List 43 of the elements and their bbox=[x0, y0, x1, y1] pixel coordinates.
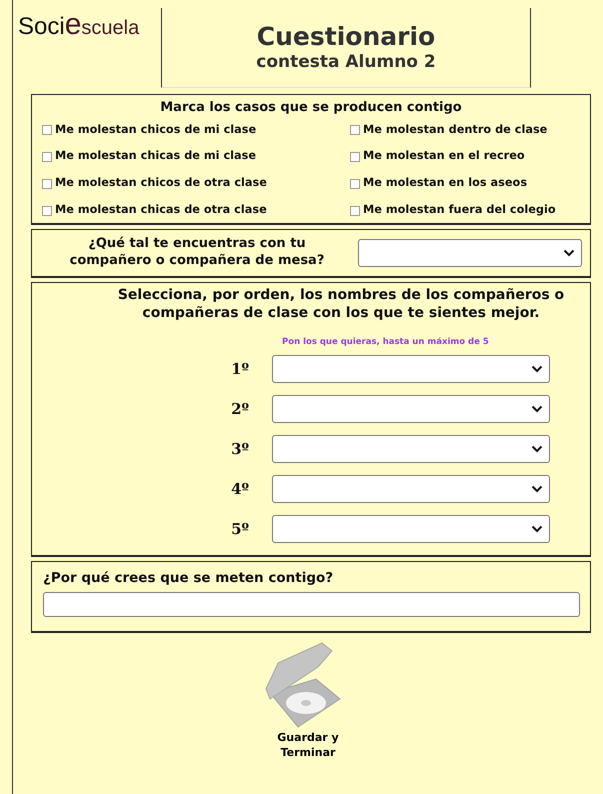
checkbox[interactable] bbox=[350, 152, 360, 162]
dropdown[interactable] bbox=[272, 515, 550, 544]
checkbox[interactable] bbox=[42, 152, 52, 162]
rank-label: 5º bbox=[230, 518, 250, 540]
caret-icon bbox=[531, 445, 543, 454]
section-title: Selecciona, por orden, los nombres de los compañeros o compañeras de clase con los que te sientes mejor. bbox=[116, 286, 566, 322]
checkbox-option[interactable]: Me molestan chicos de mi clase bbox=[42, 122, 350, 138]
checkbox-option[interactable]: Me molestan chicas de mi clase bbox=[42, 148, 350, 166]
checkbox-option[interactable]: Me molestan fuera del colegio bbox=[350, 202, 580, 220]
checkbox[interactable] bbox=[42, 124, 52, 135]
checkbox-option[interactable]: Me molestan chicos de otra clase bbox=[42, 175, 350, 192]
caret-icon bbox=[563, 249, 575, 258]
page-subtitle: contesta Alumno 2 bbox=[256, 52, 436, 73]
checkbox[interactable] bbox=[42, 206, 52, 216]
question-label: ¿Por qué crees que se meten contigo? bbox=[43, 569, 334, 588]
caret-icon bbox=[531, 525, 543, 534]
hint-text: Pon los que quieras, hasta un máximo de 5 bbox=[282, 336, 490, 350]
checkbox[interactable] bbox=[42, 178, 52, 189]
logo: Sociescuela bbox=[17, 8, 140, 43]
caret-icon bbox=[531, 485, 543, 494]
page-title: Cuestionario bbox=[256, 22, 436, 52]
rank-label: 3º bbox=[230, 438, 250, 460]
dropdown[interactable] bbox=[272, 395, 550, 424]
text-field[interactable] bbox=[43, 592, 580, 618]
rank-label: 1º bbox=[230, 358, 250, 380]
rank-label: 2º bbox=[230, 398, 250, 420]
save-button[interactable]: Guardar y Terminar bbox=[258, 641, 358, 760]
caret-icon bbox=[531, 365, 543, 374]
dropdown[interactable] bbox=[358, 239, 582, 268]
dropdown[interactable] bbox=[272, 355, 550, 384]
checkbox-option[interactable]: Me molestan dentro de clase bbox=[350, 122, 580, 138]
checkbox[interactable] bbox=[350, 206, 360, 216]
section-title: Marca los casos que se producen contigo bbox=[159, 99, 463, 117]
checkbox[interactable] bbox=[350, 178, 360, 189]
checkbox-option[interactable]: Me molestan en los aseos bbox=[350, 175, 580, 192]
caret-icon bbox=[531, 405, 543, 414]
dropdown[interactable] bbox=[272, 475, 550, 504]
checkbox-option[interactable]: Me molestan chicas de otra clase bbox=[42, 202, 350, 220]
checkbox[interactable] bbox=[350, 124, 360, 135]
dropdown[interactable] bbox=[272, 435, 550, 464]
question-label: ¿Qué tal te encuentras con tu compañero o compañera de mesa? bbox=[68, 236, 326, 270]
rank-label: 4º bbox=[230, 478, 250, 500]
checkbox-option[interactable]: Me molestan en el recreo bbox=[350, 148, 580, 166]
